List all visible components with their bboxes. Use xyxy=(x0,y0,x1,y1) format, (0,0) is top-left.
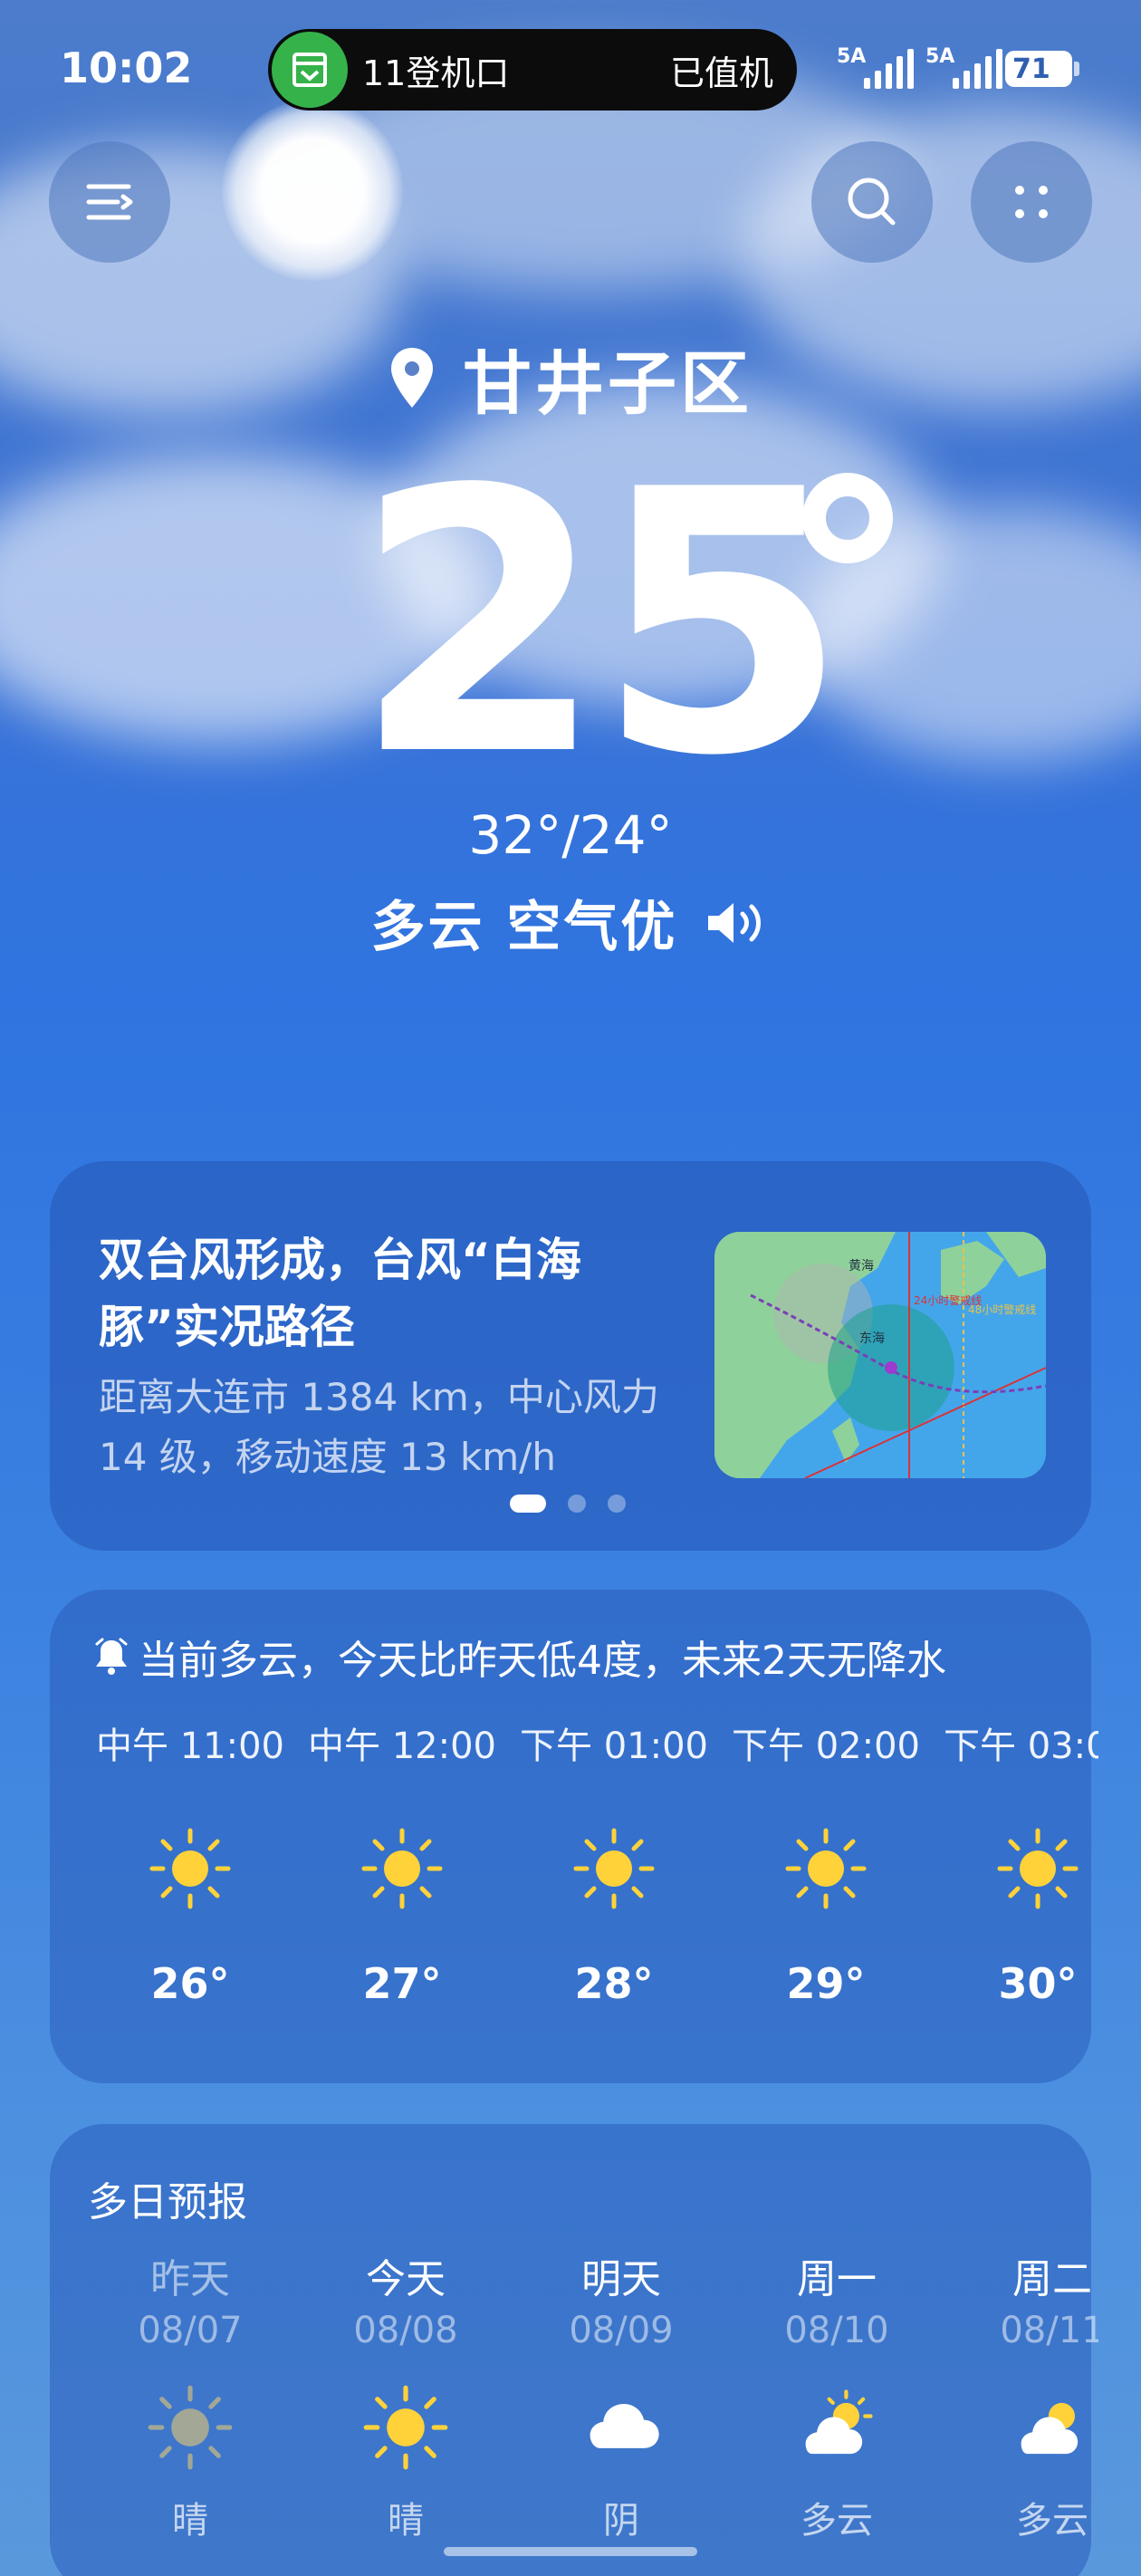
sun-icon xyxy=(785,1828,867,1909)
daily-item[interactable]: 今天 08/08 晴 xyxy=(309,2246,503,2543)
daily-item[interactable]: 昨天 08/07 晴 xyxy=(93,2246,287,2543)
hour-temp: 28° xyxy=(574,1959,654,2008)
day-label: 明天 xyxy=(581,2256,661,2302)
day-date: 08/08 xyxy=(353,2310,458,2351)
hour-temp: 26° xyxy=(150,1959,230,2008)
day-label: 昨天 xyxy=(150,2256,230,2302)
speaker-icon[interactable] xyxy=(705,896,770,950)
sun-icon xyxy=(148,2385,233,2470)
more-dots-icon xyxy=(1015,186,1048,218)
hourly-forecast-card[interactable]: 当前多云，今天比昨天低4度，未来2天无降水 中午 11:00 26° 中午 12… xyxy=(50,1590,1098,2083)
signal-icon: 5A xyxy=(837,45,915,91)
hour-time: 中午 11:00 xyxy=(96,1725,284,1767)
degree-symbol xyxy=(802,473,893,563)
summary-text: 当前多云，今天比昨天低4度，未来2天无降水 xyxy=(139,1638,946,1684)
day-weather: 多云 xyxy=(1016,2500,1088,2542)
hour-temp: 29° xyxy=(786,1959,866,2008)
hourly-list[interactable]: 中午 11:00 26° 中午 12:00 27° 下午 01:00 28° 下… xyxy=(93,1716,1098,2061)
day-label: 周一 xyxy=(797,2256,877,2302)
weather-summary: 当前多云，今天比昨天低4度，未来2天无降水 xyxy=(93,1628,946,1686)
status-bar: 10:02 11登机口 已值机 5A 5A 71 xyxy=(0,0,1141,136)
current-temperature: 25 xyxy=(353,414,849,835)
network-type: 5A xyxy=(837,45,867,68)
map-label-48h: 48小时警戒线 xyxy=(968,1302,1036,1316)
location-pin-icon xyxy=(391,348,433,408)
map-label-yellow-sea: 黄海 xyxy=(849,1258,874,1274)
bell-icon xyxy=(95,1638,128,1675)
gate-text: 11登机口 xyxy=(362,53,510,93)
status-time: 10:02 xyxy=(60,43,193,92)
day-date: 08/10 xyxy=(784,2310,889,2351)
carousel-dots[interactable] xyxy=(510,1495,626,1513)
condition-text: 多云 空气优 xyxy=(370,896,678,959)
news-subtitle: 距离大连市 1384 km，中心风力 14 级，移动速度 13 km/h xyxy=(99,1375,659,1479)
current-condition: 多云 空气优 xyxy=(0,883,1141,962)
day-weather: 多云 xyxy=(801,2500,873,2542)
hourly-item: 中午 12:00 27° xyxy=(296,1716,508,2008)
daily-item[interactable]: 周一 08/10 多云 xyxy=(740,2246,934,2543)
hour-time: 下午 01:00 xyxy=(520,1725,708,1767)
typhoon-map-image: 黄海 东海 24小时警戒线 48小时警戒线 xyxy=(714,1232,1046,1478)
multi-day-title: 多日预报 xyxy=(88,2179,247,2225)
daily-item[interactable]: 明天 08/09 阴 xyxy=(524,2246,718,2543)
signal-icon: 5A xyxy=(925,45,1003,91)
day-weather: 晴 xyxy=(172,2500,208,2542)
sun-icon xyxy=(363,2385,448,2470)
sun-icon xyxy=(997,1828,1079,1909)
hourly-item: 中午 11:00 26° xyxy=(93,1716,296,2008)
sun-icon xyxy=(573,1828,655,1909)
hourly-item: 下午 02:00 29° xyxy=(720,1716,932,2008)
day-label: 今天 xyxy=(366,2256,446,2302)
map-label-east-sea: 东海 xyxy=(859,1331,885,1346)
day-date: 08/09 xyxy=(569,2310,674,2351)
checkin-status: 已值机 xyxy=(669,53,773,93)
multi-day-forecast-card[interactable]: 多日预报 昨天 08/07 晴 今天 08/08 晴 明天 08/09 阴 周一… xyxy=(50,2124,1098,2576)
daily-list[interactable]: 昨天 08/07 晴 今天 08/08 晴 明天 08/09 阴 周一 08/1… xyxy=(93,2246,1098,2576)
sun-icon xyxy=(361,1828,443,1909)
hourly-item: 下午 03:00 30° xyxy=(932,1716,1098,2008)
hour-time: 下午 02:00 xyxy=(732,1725,920,1767)
carousel-dot[interactable] xyxy=(568,1495,586,1513)
location-header[interactable]: 甘井子区 xyxy=(0,328,1141,428)
partly-cloudy-icon xyxy=(805,2389,873,2455)
carousel-dot-active[interactable] xyxy=(510,1495,546,1513)
high-low-temperature: 32°/24° xyxy=(468,804,673,866)
location-name: 甘井子区 xyxy=(463,343,753,424)
hour-time: 下午 03:00 xyxy=(944,1725,1098,1767)
sun-icon xyxy=(149,1828,231,1909)
more-button[interactable] xyxy=(971,141,1092,263)
carousel-dot[interactable] xyxy=(608,1495,626,1513)
day-date: 08/11 xyxy=(1000,2310,1098,2351)
typhoon-news-card[interactable]: 双台风形成，台风“白海豚”实况路径 距离大连市 1384 km，中心风力 14 … xyxy=(50,1161,1091,1551)
hourly-item: 下午 01:00 28° xyxy=(508,1716,720,2008)
search-button[interactable] xyxy=(811,141,933,263)
day-weather: 阴 xyxy=(603,2500,639,2542)
battery-cap xyxy=(1074,62,1079,76)
hour-temp: 30° xyxy=(998,1959,1078,2008)
home-indicator[interactable] xyxy=(444,2547,697,2556)
daily-item[interactable]: 周二 08/11 多云 xyxy=(955,2246,1098,2543)
hour-time: 中午 12:00 xyxy=(308,1725,496,1767)
hour-temp: 27° xyxy=(362,1959,442,2008)
flight-live-activity[interactable]: 11登机口 已值机 xyxy=(268,29,797,111)
boarding-gate-icon xyxy=(272,32,348,108)
network-type: 5A xyxy=(925,45,955,68)
news-title: 双台风形成，台风“白海豚”实况路径 xyxy=(99,1234,581,1353)
battery-level: 71 xyxy=(1012,53,1050,85)
menu-icon xyxy=(86,184,133,220)
day-date: 08/07 xyxy=(138,2310,243,2351)
day-label: 周二 xyxy=(1012,2256,1092,2302)
day-weather: 晴 xyxy=(388,2500,424,2542)
cloud-icon xyxy=(590,2403,659,2448)
search-icon xyxy=(848,178,896,226)
partly-cloudy-icon xyxy=(1021,2402,1079,2455)
battery-icon: 71 xyxy=(1005,51,1072,87)
menu-button[interactable] xyxy=(49,141,170,263)
